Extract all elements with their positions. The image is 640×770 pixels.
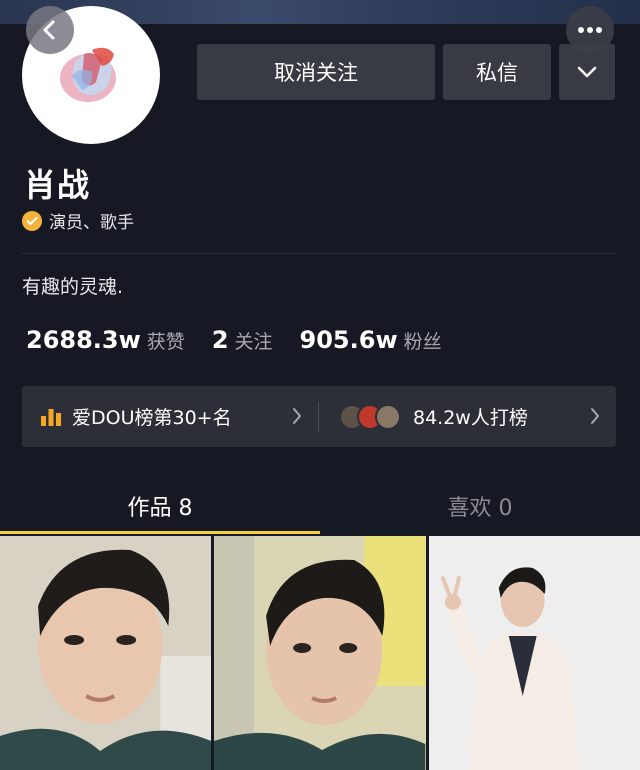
followers-count[interactable]: 905.6w — [300, 326, 398, 354]
stats-row: 2688.3w 获赞 2 关注 905.6w 粉丝 — [26, 326, 469, 354]
supporter-avatar — [375, 403, 401, 430]
video-grid — [0, 536, 640, 770]
video-thumbnail[interactable] — [214, 536, 426, 770]
message-button[interactable]: 私信 — [443, 44, 551, 100]
tab-likes[interactable]: 喜欢 0 — [320, 478, 640, 534]
back-icon — [43, 20, 55, 40]
supporters-link[interactable]: 84.2w人打榜 — [319, 386, 616, 447]
chevron-right-icon — [591, 408, 599, 424]
chevron-right-icon — [293, 408, 301, 424]
followers-label[interactable]: 粉丝 — [404, 327, 442, 354]
chevron-down-icon — [577, 66, 597, 78]
following-count[interactable]: 2 — [212, 326, 229, 354]
dou-rank-link[interactable]: 爱DOU榜第30+名 — [22, 386, 318, 447]
likes-label: 获赞 — [146, 331, 185, 353]
following-label[interactable]: 关注 — [235, 327, 273, 354]
more-icon — [578, 27, 602, 33]
unfollow-button[interactable]: 取消关注 — [197, 44, 435, 100]
back-button[interactable] — [26, 6, 74, 54]
bar-chart-icon — [41, 408, 61, 426]
active-tab-indicator — [0, 531, 320, 534]
tab-works[interactable]: 作品 8 — [0, 478, 320, 534]
video-thumbnail[interactable] — [0, 536, 212, 770]
content-tabs: 作品 8 喜欢 0 — [0, 478, 640, 534]
supporter-avatars — [339, 403, 401, 430]
supporters-text: 84.2w人打榜 — [413, 407, 528, 429]
divider — [22, 253, 616, 254]
verification-label: 演员、歌手 — [49, 213, 134, 233]
dou-rank-text: 爱DOU榜第30+名 — [72, 407, 232, 429]
verification-row: 演员、歌手 — [22, 208, 134, 233]
bio-text: 有趣的灵魂. — [22, 276, 124, 298]
profile-name: 肖战 — [24, 166, 91, 204]
more-button[interactable] — [566, 6, 614, 54]
verified-icon — [22, 210, 42, 231]
video-thumbnail[interactable] — [428, 536, 640, 770]
ranking-bar: 爱DOU榜第30+名 84.2w人打榜 — [22, 386, 616, 447]
likes-count: 2688.3w — [26, 326, 141, 354]
